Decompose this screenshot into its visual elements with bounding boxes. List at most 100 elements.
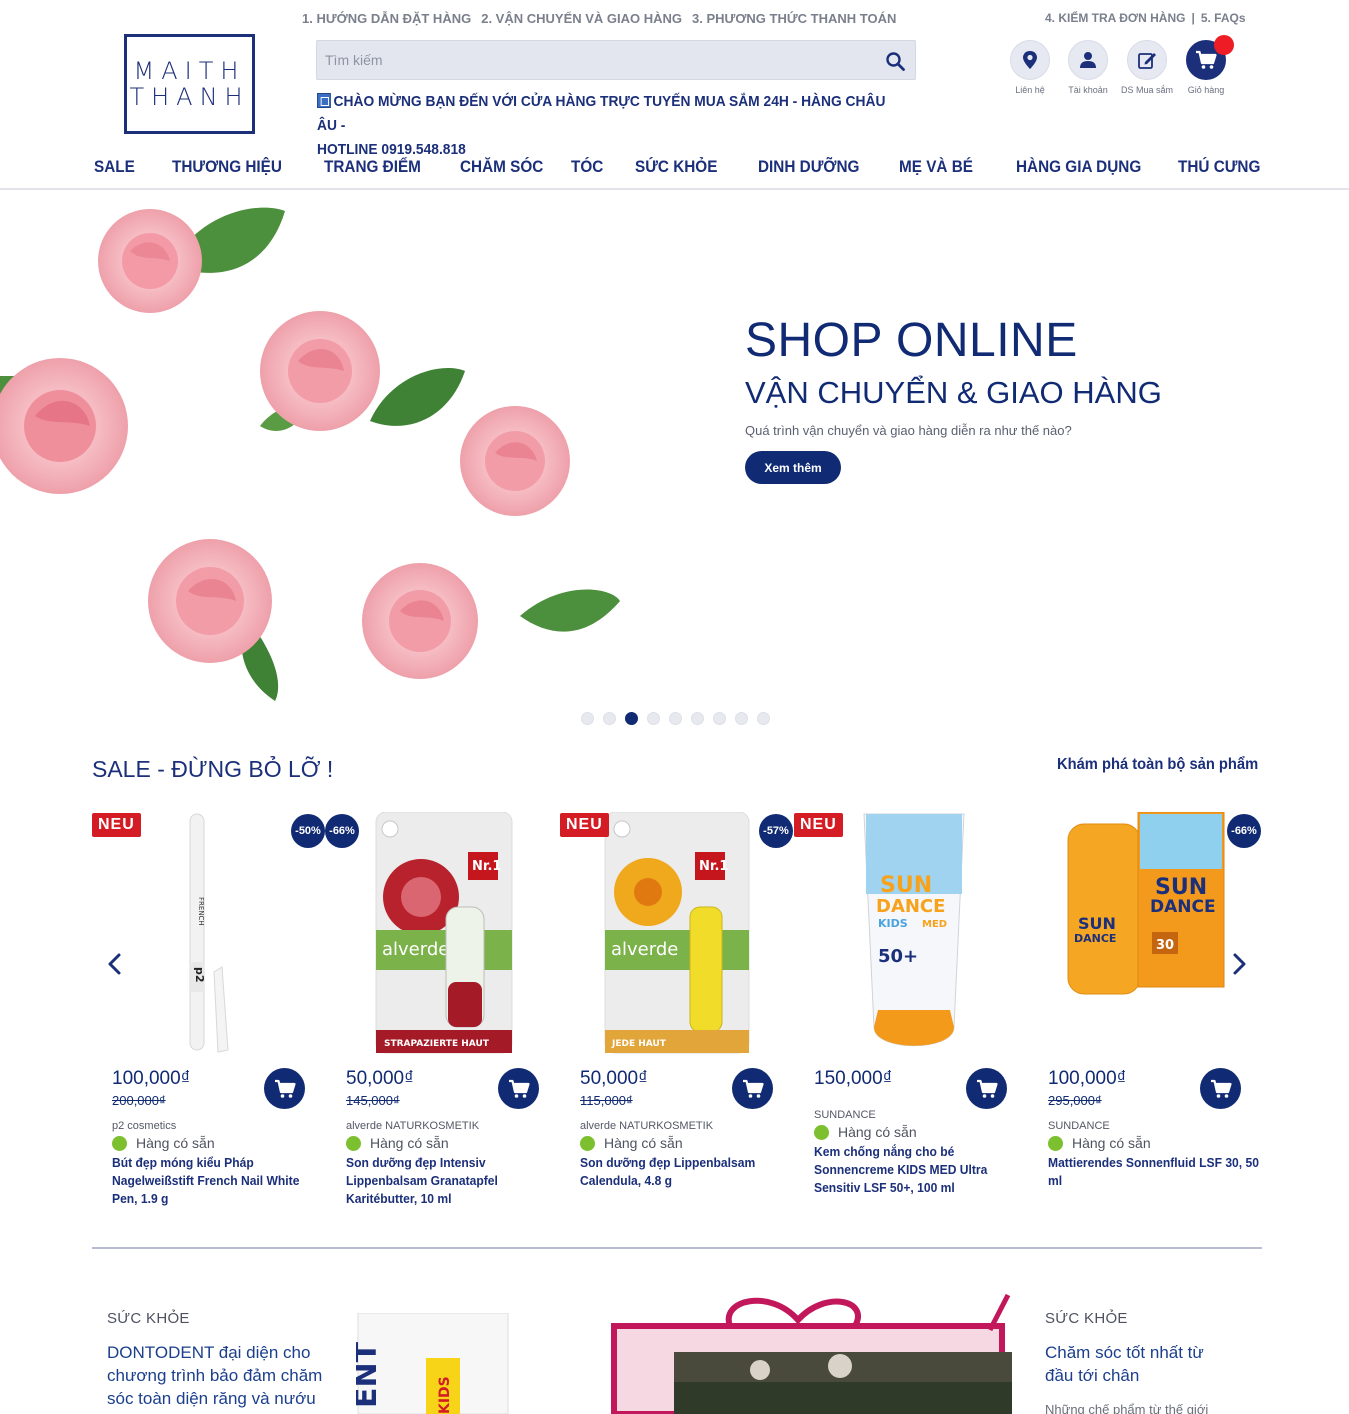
article-title[interactable]: DONTODENT đại diện cho chương trình bảo … xyxy=(107,1341,342,1410)
product-image-alverde-calendula: Nr.1 alverde JEDE HAUT xyxy=(604,812,750,1054)
product-image-sundance-kids: SUN DANCE KIDS MED 50+ xyxy=(863,813,965,1047)
contact-link[interactable]: Liên hệ xyxy=(1000,40,1060,95)
nav-item-hair[interactable]: TÓC xyxy=(571,157,603,177)
nav-item-household[interactable]: HÀNG GIA DỤNG xyxy=(1016,157,1141,177)
add-to-cart-button[interactable] xyxy=(966,1068,1007,1109)
account-button[interactable] xyxy=(1068,40,1108,80)
shopping-list-link[interactable]: DS Mua sắm xyxy=(1117,40,1177,95)
product-price: 100,000₫ xyxy=(1048,1068,1127,1089)
nav-item-nutrition[interactable]: DINH DƯỠNG xyxy=(758,157,859,177)
slider-dot[interactable] xyxy=(669,712,682,725)
nav-item-makeup[interactable]: TRANG ĐIỂM xyxy=(324,157,421,177)
article-image-dontodent: ENT KIDS xyxy=(356,1313,509,1414)
product-name[interactable]: Mattierendes Sonnenfluid LSF 30, 50 ml xyxy=(1048,1154,1262,1190)
stock-label: Hàng có sẵn xyxy=(1072,1135,1151,1151)
nav-item-mother-baby[interactable]: MẸ VÀ BÉ xyxy=(899,157,973,177)
product-price: 150,000₫ xyxy=(814,1068,893,1089)
product-name[interactable]: Son dưỡng đẹp Lippenbalsam Calendula, 4.… xyxy=(580,1154,794,1190)
slider-dot[interactable] xyxy=(757,712,770,725)
in-stock-dot-icon xyxy=(580,1135,595,1151)
hero-description: Quá trình vận chuyển và giao hàng diễn r… xyxy=(745,423,1072,438)
svg-text:KIDS: KIDS xyxy=(437,1376,453,1414)
add-to-cart-button[interactable] xyxy=(498,1068,539,1109)
svg-text:ENT: ENT xyxy=(356,1341,384,1408)
hero-more-button[interactable]: Xem thêm xyxy=(745,451,841,484)
in-stock-dot-icon xyxy=(346,1135,361,1151)
svg-text:alverde: alverde xyxy=(611,939,678,960)
top-link-separator: | xyxy=(1191,11,1195,25)
hero-title: SHOP ONLINE xyxy=(745,314,1078,367)
nav-item-care[interactable]: CHĂM SÓC xyxy=(460,157,543,177)
add-to-cart-button[interactable] xyxy=(264,1068,305,1109)
top-link-order-guide[interactable]: 1. HƯỚNG DẪN ĐẶT HÀNG xyxy=(302,11,471,26)
logo-line-2: THANH xyxy=(129,83,250,111)
product-name[interactable]: Kem chống nắng cho bé Sonnencreme KIDS M… xyxy=(814,1143,1028,1197)
search-input[interactable] xyxy=(317,41,915,79)
cart-notification-dot xyxy=(1214,35,1234,55)
discount-badge: -66% xyxy=(325,814,359,848)
slider-dot-active[interactable] xyxy=(625,712,638,725)
account-label: Tài khoản xyxy=(1068,85,1108,95)
svg-text:MED: MED xyxy=(922,919,947,930)
slider-dot[interactable] xyxy=(581,712,594,725)
product-brand: SUNDANCE xyxy=(1048,1120,1110,1132)
article-category: SỨC KHỎE xyxy=(107,1310,190,1327)
svg-text:JEDE HAUT: JEDE HAUT xyxy=(611,1039,667,1049)
explore-all-link[interactable]: Khám phá toàn bộ sản phẩm xyxy=(1057,756,1258,774)
shopping-cart-icon xyxy=(508,1079,530,1098)
article-title[interactable]: Chăm sóc tốt nhất từ đầu tới chân xyxy=(1045,1341,1235,1387)
product-price: 50,000₫ xyxy=(580,1068,648,1089)
product-old-price: 200,000₫ xyxy=(112,1093,166,1108)
slider-dot[interactable] xyxy=(603,712,616,725)
product-brand: alverde NATURKOSMETIK xyxy=(580,1120,714,1132)
nav-item-sale[interactable]: SALE xyxy=(94,157,135,177)
hero-slider: SHOP ONLINE VẬN CHUYỂN & GIAO HÀNG Quá t… xyxy=(0,191,1349,708)
svg-text:alverde: alverde xyxy=(382,939,449,960)
top-link-shipping[interactable]: 2. VẬN CHUYỂN VÀ GIAO HÀNG xyxy=(481,11,682,26)
shopping-list-button[interactable] xyxy=(1127,40,1167,80)
discount-badge: -66% xyxy=(1227,814,1261,848)
new-badge: NEU xyxy=(92,813,141,837)
add-to-cart-button[interactable] xyxy=(1200,1068,1241,1109)
product-image-sundance-fluid: SUN DANCE SUN DANCE 30 xyxy=(1067,812,1225,995)
slider-dot[interactable] xyxy=(647,712,660,725)
slider-dot[interactable] xyxy=(691,712,704,725)
main-nav: SALE THƯƠNG HIỆU TRANG ĐIỂM CHĂM SÓC TÓC… xyxy=(0,150,1349,190)
shopping-cart-icon xyxy=(742,1079,764,1098)
article-description: Những chế phẩm từ thế giới xyxy=(1045,1402,1209,1414)
location-pin-icon xyxy=(1023,51,1037,69)
stock-status: Hàng có sẵn xyxy=(112,1135,215,1151)
site-logo[interactable]: MAITH THANH xyxy=(124,34,255,134)
cart-label: Giỏ hàng xyxy=(1187,85,1225,95)
top-link-order-check[interactable]: 4. KIỂM TRA ĐƠN HÀNG xyxy=(1045,11,1185,25)
cart-link[interactable]: Giỏ hàng xyxy=(1176,35,1236,95)
svg-text:SUN: SUN xyxy=(880,873,932,898)
svg-text:FRENCH: FRENCH xyxy=(197,897,205,926)
top-link-payment[interactable]: 3. PHƯƠNG THỨC THANH TOÁN xyxy=(692,11,896,26)
product-brand: SUNDANCE xyxy=(814,1109,876,1121)
product-name[interactable]: Son dưỡng đẹp Intensiv Lippenbalsam Gran… xyxy=(346,1154,560,1208)
stock-status: Hàng có sẵn xyxy=(346,1135,449,1151)
hero-subtitle: VẬN CHUYỂN & GIAO HÀNG xyxy=(745,375,1162,410)
slider-dot[interactable] xyxy=(713,712,726,725)
svg-text:DANCE: DANCE xyxy=(876,896,945,917)
add-to-cart-button[interactable] xyxy=(732,1068,773,1109)
contact-button[interactable] xyxy=(1010,40,1050,80)
search-icon[interactable] xyxy=(885,51,905,71)
slider-dot[interactable] xyxy=(735,712,748,725)
top-link-faq[interactable]: 5. FAQs xyxy=(1201,11,1246,25)
stock-label: Hàng có sẵn xyxy=(604,1135,683,1151)
top-links-right: 4. KIỂM TRA ĐƠN HÀNG | 5. FAQs xyxy=(1045,11,1246,25)
section-divider xyxy=(92,1247,1262,1249)
stock-label: Hàng có sẵn xyxy=(370,1135,449,1151)
stock-status: Hàng có sẵn xyxy=(814,1124,917,1140)
nav-item-health[interactable]: SỨC KHỎE xyxy=(635,157,717,177)
nav-item-pets[interactable]: THÚ CƯNG xyxy=(1178,157,1260,177)
svg-text:KIDS: KIDS xyxy=(878,917,908,930)
nav-item-brands[interactable]: THƯƠNG HIỆU xyxy=(172,157,282,177)
top-links: 1. HƯỚNG DẪN ĐẶT HÀNG 2. VẬN CHUYỂN VÀ G… xyxy=(302,11,896,26)
product-name[interactable]: Bút đẹp móng kiểu Pháp Nagelweißstift Fr… xyxy=(112,1154,326,1208)
in-stock-dot-icon xyxy=(112,1135,127,1151)
cart-button[interactable] xyxy=(1186,35,1234,80)
account-link[interactable]: Tài khoản xyxy=(1058,40,1118,95)
